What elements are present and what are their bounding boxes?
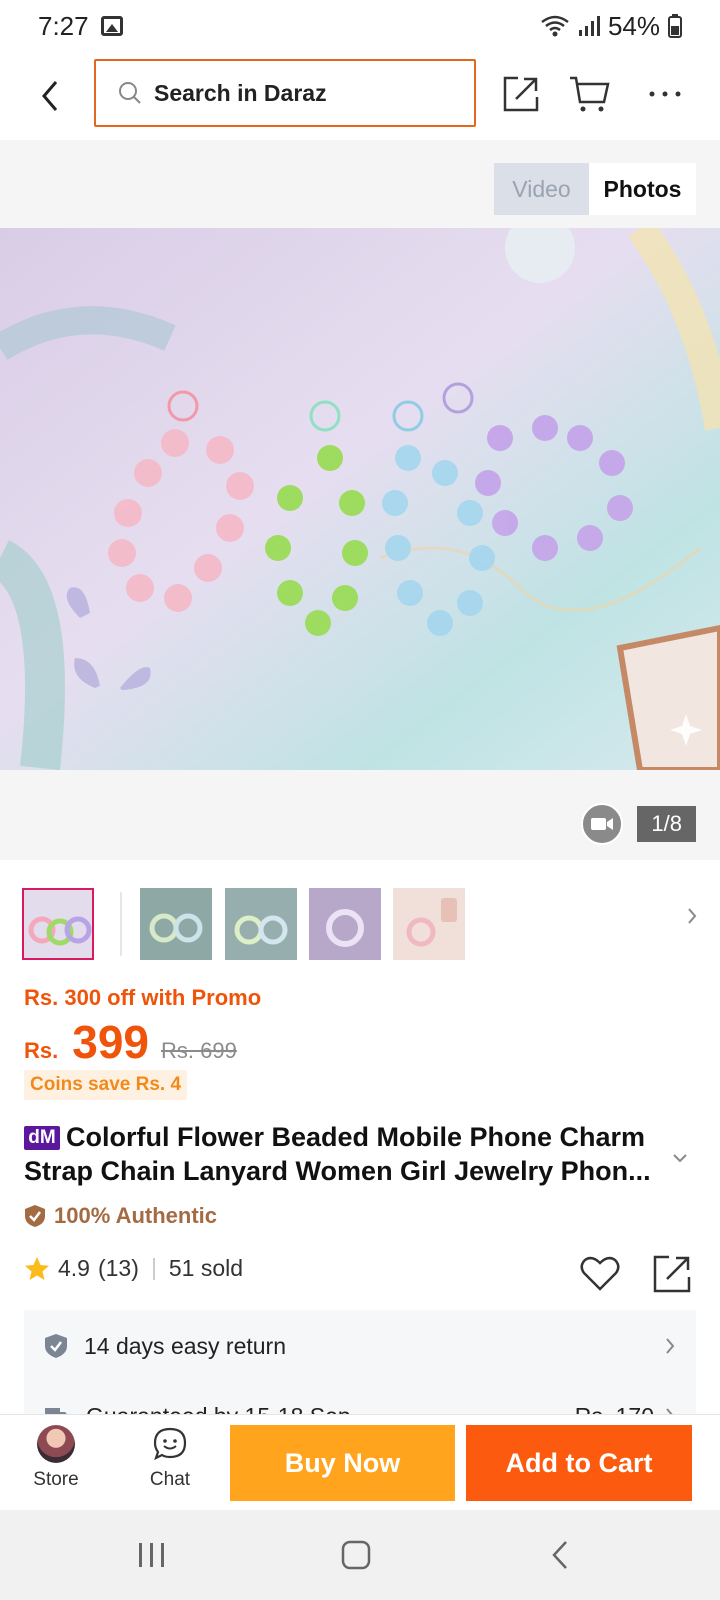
chat-icon [153, 1427, 187, 1461]
thumbnail-item[interactable] [140, 888, 212, 960]
top-nav: Search in Daraz [0, 52, 720, 140]
home-button[interactable] [326, 1532, 386, 1578]
recent-apps-icon [139, 1543, 164, 1567]
share-icon [653, 1255, 691, 1293]
chevron-down-icon [673, 1154, 687, 1163]
rating-row[interactable]: 4.9 (13) 51 sold [24, 1255, 243, 1282]
cart-icon [570, 76, 610, 112]
wishlist-button[interactable] [578, 1252, 622, 1296]
share-button[interactable] [496, 66, 546, 122]
chevron-right-icon [666, 1338, 675, 1354]
shield-check-icon [45, 1334, 67, 1358]
chevron-left-icon [42, 81, 58, 111]
play-video-button[interactable] [581, 803, 624, 845]
sold-count: 51 sold [168, 1255, 244, 1281]
price-currency: Rs. [24, 1038, 59, 1063]
review-count: (13) [97, 1255, 139, 1281]
thumbnail-item[interactable] [225, 888, 297, 960]
thumbnail-item[interactable] [393, 888, 465, 960]
original-price: Rs. 699 [161, 1038, 237, 1063]
share-product-button[interactable] [650, 1252, 694, 1296]
product-image[interactable] [0, 228, 720, 770]
bottom-action-bar: Store Chat Buy Now Add to Cart [0, 1414, 720, 1510]
thumbnail-strip [22, 888, 702, 962]
chevron-right-icon [688, 908, 697, 924]
price-row: Rs. 399 Rs. 699 [24, 1015, 237, 1069]
brand-badge: dM [24, 1126, 60, 1150]
product-title-text: Colorful Flower Beaded Mobile Phone Char… [24, 1122, 651, 1186]
back-arrow-icon [552, 1541, 567, 1569]
video-camera-icon [591, 818, 614, 830]
battery-percent: 54% [607, 10, 660, 41]
image-counter: 1/8 [637, 806, 696, 842]
search-input[interactable]: Search in Daraz [94, 59, 476, 127]
system-navigation-bar [0, 1510, 720, 1600]
store-label: Store [33, 1469, 79, 1490]
heart-icon [580, 1256, 620, 1291]
current-price: 399 [72, 1016, 149, 1068]
chat-label: Chat [149, 1469, 191, 1490]
search-placeholder: Search in Daraz [154, 79, 327, 106]
share-icon [503, 76, 539, 112]
rating-divider [152, 1257, 155, 1280]
home-icon [341, 1540, 371, 1570]
status-bar: 7:27 54% [0, 0, 720, 52]
thumbnail-divider [120, 892, 122, 956]
product-title[interactable]: dM Colorful Flower Beaded Mobile Phone Ch… [24, 1120, 674, 1188]
wifi-icon [541, 15, 569, 37]
store-avatar [37, 1425, 75, 1463]
expand-title-button[interactable] [672, 1150, 688, 1168]
thumbnail-item[interactable] [309, 888, 381, 960]
status-time: 7:27 [38, 10, 89, 41]
shield-check-icon [25, 1205, 45, 1227]
services-panel: 14 days easy return Guaranteed by 15-18 … [24, 1310, 696, 1416]
search-icon [119, 82, 141, 104]
thumbnails-next-button[interactable] [686, 906, 698, 931]
chat-button[interactable]: Chat [134, 1425, 206, 1503]
authentic-label: 100% Authentic [54, 1203, 218, 1228]
media-counter-row: 1/8 [581, 803, 696, 845]
coins-badge: Coins save Rs. 4 [24, 1070, 188, 1100]
tab-video[interactable]: Video [494, 163, 589, 215]
return-policy-label: 14 days easy return [84, 1332, 287, 1359]
buy-now-button[interactable]: Buy Now [230, 1425, 455, 1501]
back-button[interactable] [30, 72, 70, 120]
return-policy-row[interactable]: 14 days easy return [24, 1310, 696, 1382]
thumbnail-item[interactable] [22, 888, 94, 960]
more-options-button[interactable] [640, 66, 690, 122]
gallery-notification-icon [100, 16, 123, 36]
media-gallery: Video Photos 1/8 [0, 140, 720, 860]
more-icon [649, 91, 681, 97]
battery-icon [668, 14, 682, 38]
recent-apps-button[interactable] [122, 1532, 182, 1578]
add-to-cart-button[interactable]: Add to Cart [466, 1425, 692, 1501]
star-icon [25, 1256, 49, 1280]
system-back-button[interactable] [530, 1532, 590, 1578]
cart-button[interactable] [564, 66, 614, 122]
signal-icon [578, 16, 600, 36]
promo-text[interactable]: Rs. 300 off with Promo [24, 985, 261, 1011]
product-photo [0, 228, 720, 770]
media-tabs: Video Photos [494, 163, 696, 215]
rating-value: 4.9 [58, 1255, 90, 1281]
store-button[interactable]: Store [20, 1425, 92, 1503]
delivery-row[interactable]: Guaranteed by 15-18 Sep Rs. 170 [24, 1380, 696, 1416]
authentic-badge[interactable]: 100% Authentic [24, 1203, 217, 1229]
tab-photos[interactable]: Photos [589, 163, 696, 215]
